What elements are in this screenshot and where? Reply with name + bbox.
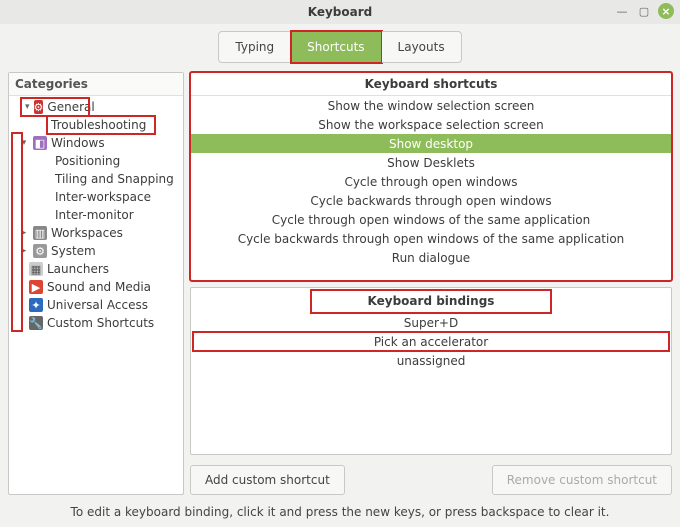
spacer	[351, 465, 486, 495]
tree-label: Custom Shortcuts	[47, 316, 154, 330]
shortcut-row[interactable]: Show the window selection screen	[191, 96, 671, 115]
tree-item-sound[interactable]: ▶ Sound and Media	[9, 278, 183, 296]
accessibility-icon: ✦	[29, 298, 43, 312]
tree-item-tiling[interactable]: Tiling and Snapping	[9, 170, 183, 188]
binding-row[interactable]: Super+D	[191, 313, 671, 332]
keyboard-settings-window: Keyboard — ▢ × Typing Shortcuts Layouts …	[0, 0, 680, 527]
tree-item-troubleshooting[interactable]: Troubleshooting	[47, 116, 155, 134]
shortcut-row-selected[interactable]: Show desktop	[191, 134, 671, 153]
tab-bar: Typing Shortcuts Layouts	[0, 28, 680, 66]
workspaces-icon: ▥	[33, 226, 47, 240]
gear-icon: ⚙	[34, 100, 44, 114]
binding-row-editing[interactable]: Pick an accelerator	[193, 332, 669, 351]
expander-icon[interactable]: ▾	[25, 102, 30, 112]
categories-panel: Categories ▾ ⚙ General Troubleshooting ▾…	[8, 72, 184, 495]
tree-item-system[interactable]: ▸⚙System	[9, 242, 183, 260]
tree-item-intermonitor[interactable]: Inter-monitor	[9, 206, 183, 224]
shortcuts-header: Keyboard shortcuts	[191, 73, 671, 96]
shortcuts-panel: Keyboard shortcuts Show the window selec…	[190, 72, 672, 281]
shortcut-row[interactable]: Cycle backwards through open windows	[191, 191, 671, 210]
highlight-expanders	[11, 132, 23, 332]
shortcut-row[interactable]: Show Desklets	[191, 153, 671, 172]
minimize-button[interactable]: —	[614, 3, 630, 19]
shortcut-row[interactable]: Cycle backwards through open windows of …	[191, 229, 671, 248]
wrench-icon: 🔧	[29, 316, 43, 330]
titlebar: Keyboard — ▢ ×	[0, 0, 680, 24]
tree-label: Workspaces	[51, 226, 123, 240]
play-icon: ▶	[29, 280, 43, 294]
shortcut-row[interactable]: Run dialogue	[191, 248, 671, 267]
bindings-panel: Keyboard bindings Super+D Pick an accele…	[190, 287, 672, 455]
system-icon: ⚙	[33, 244, 47, 258]
shortcuts-list[interactable]: Show the window selection screen Show th…	[191, 96, 671, 280]
tree-label: Tiling and Snapping	[55, 172, 174, 186]
tree-item-workspaces[interactable]: ▸▥Workspaces	[9, 224, 183, 242]
tree-item-custom-shortcuts[interactable]: 🔧 Custom Shortcuts	[9, 314, 183, 332]
tree-label: Sound and Media	[47, 280, 151, 294]
tree-item-general[interactable]: ▾ ⚙ General	[21, 98, 89, 116]
tab-typing[interactable]: Typing	[218, 31, 291, 63]
shortcut-row[interactable]: Cycle through open windows	[191, 172, 671, 191]
shortcut-row[interactable]: Show the workspace selection screen	[191, 115, 671, 134]
categories-header: Categories	[9, 73, 183, 96]
tree-item-universal-access[interactable]: ✦ Universal Access	[9, 296, 183, 314]
categories-tree[interactable]: ▾ ⚙ General Troubleshooting ▾ ◧ Windows …	[9, 96, 183, 494]
tree-label: Positioning	[55, 154, 120, 168]
tab-shortcuts[interactable]: Shortcuts	[291, 31, 381, 63]
tree-label: Inter-workspace	[55, 190, 151, 204]
tree-label: Launchers	[47, 262, 109, 276]
remove-custom-shortcut-button: Remove custom shortcut	[492, 465, 672, 495]
tree-item-positioning[interactable]: Positioning	[9, 152, 183, 170]
tree-label: Troubleshooting	[51, 118, 146, 132]
content-area: Categories ▾ ⚙ General Troubleshooting ▾…	[0, 72, 680, 499]
tree-label: Universal Access	[47, 298, 148, 312]
add-custom-shortcut-button[interactable]: Add custom shortcut	[190, 465, 345, 495]
window-controls: — ▢ ×	[614, 3, 674, 19]
launchers-icon: ▦	[29, 262, 43, 276]
shortcut-row[interactable]: Cycle through open windows of the same a…	[191, 210, 671, 229]
maximize-button[interactable]: ▢	[636, 3, 652, 19]
window-icon: ◧	[33, 136, 47, 150]
tree-label: Inter-monitor	[55, 208, 134, 222]
tree-label: General	[47, 100, 94, 114]
close-button[interactable]: ×	[658, 3, 674, 19]
window-title: Keyboard	[308, 5, 373, 19]
tree-item-interworkspace[interactable]: Inter-workspace	[9, 188, 183, 206]
binding-row[interactable]: unassigned	[191, 351, 671, 370]
hint-footer: To edit a keyboard binding, click it and…	[0, 499, 680, 527]
button-row: Add custom shortcut Remove custom shortc…	[190, 461, 672, 495]
tree-item-launchers[interactable]: ▦ Launchers	[9, 260, 183, 278]
tree-label: Windows	[51, 136, 105, 150]
tab-layouts[interactable]: Layouts	[382, 31, 462, 63]
tree-label: System	[51, 244, 96, 258]
right-column: Keyboard shortcuts Show the window selec…	[190, 72, 672, 495]
tree-item-windows[interactable]: ▾ ◧ Windows	[9, 134, 183, 152]
bindings-header: Keyboard bindings	[311, 290, 551, 313]
